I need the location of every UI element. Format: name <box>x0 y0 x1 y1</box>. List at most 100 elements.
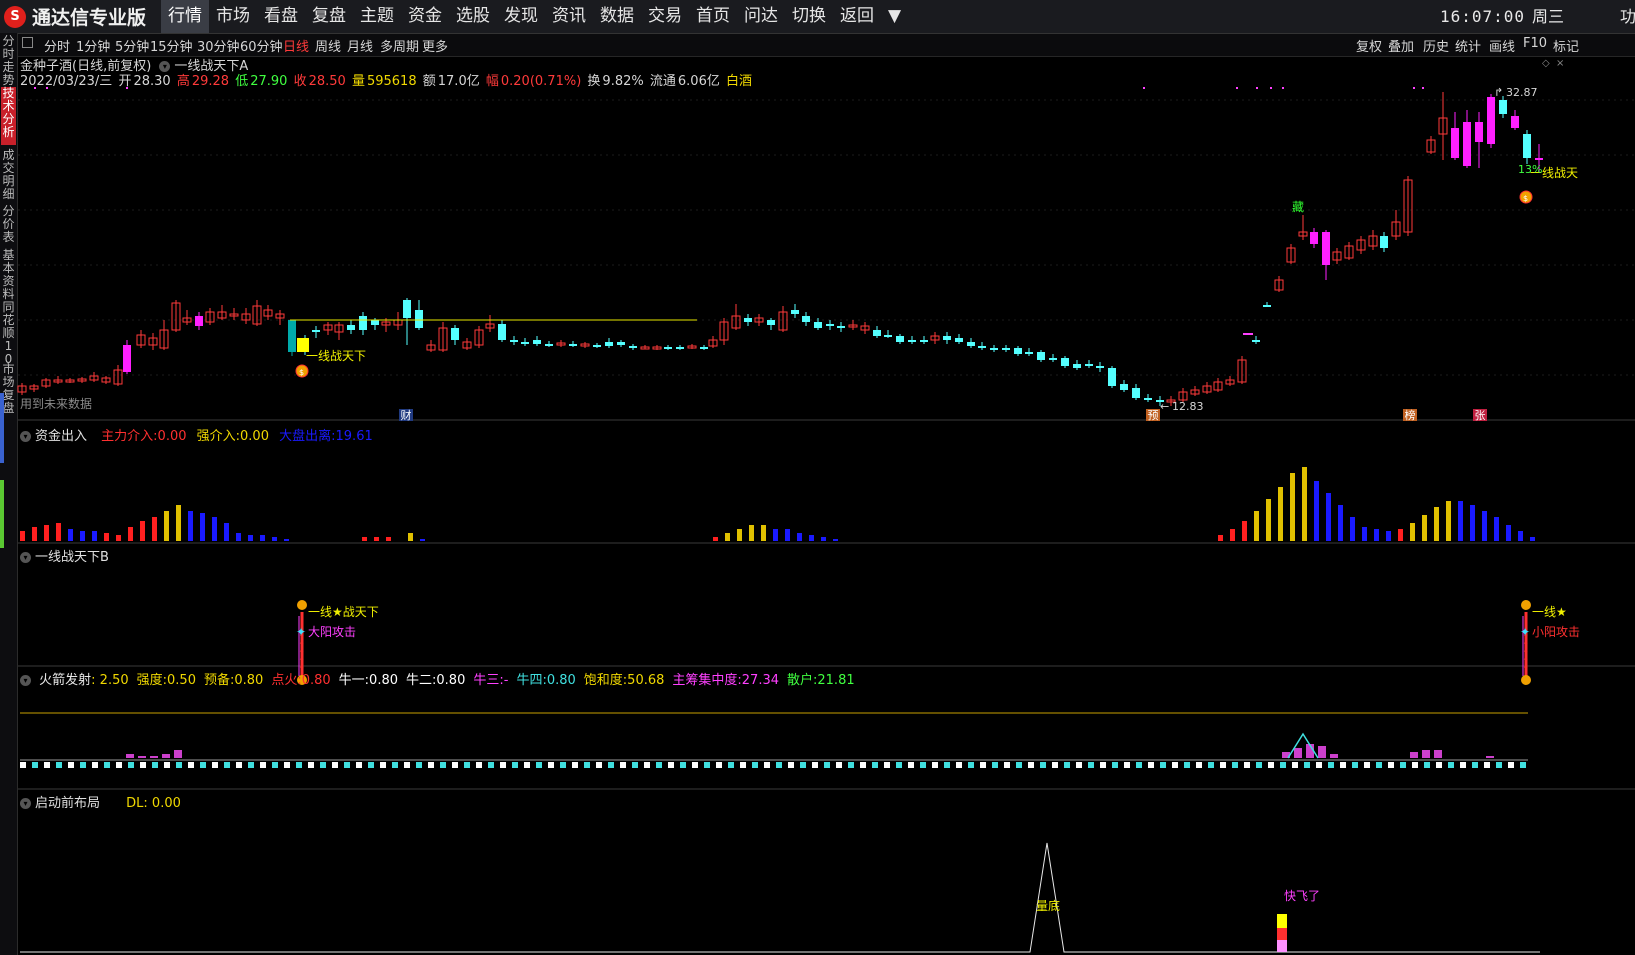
tool-0[interactable]: 复权 <box>1356 36 1382 55</box>
volume-value: 595618 <box>366 74 417 89</box>
candle-body <box>990 348 998 350</box>
rocket-square <box>1040 762 1046 768</box>
rocket-square <box>1256 762 1262 768</box>
sidebar-tab-4[interactable]: 基本资料 <box>1 249 16 301</box>
panel-collapse-icon[interactable]: ▾ <box>20 552 31 563</box>
candle-body <box>814 322 822 328</box>
candle-body <box>53 379 63 383</box>
period-1[interactable]: 1分钟 <box>76 36 110 55</box>
candle-body <box>17 385 27 393</box>
menu-item-12[interactable]: 问达 <box>737 0 785 33</box>
sidebar-tab-3[interactable]: 分价表 <box>1 205 16 245</box>
butterfly-icon: ✦ <box>296 625 306 639</box>
tool-6[interactable]: 标记 <box>1553 36 1579 55</box>
panel-collapse-icon[interactable]: ▾ <box>20 798 31 809</box>
rocket-label-3: 点火: <box>271 673 302 688</box>
candle-body <box>1511 116 1519 128</box>
signal-label-left: 一线战天下 <box>306 349 366 363</box>
menu-item-10[interactable]: 交易 <box>641 0 689 33</box>
period-9[interactable]: 多周期 <box>380 36 419 55</box>
b-label-4: 小阳攻击 <box>1532 625 1580 639</box>
qidong-title[interactable]: 启动前布局 <box>35 796 100 811</box>
period-0[interactable]: 分时 <box>44 36 70 55</box>
sidebar-tab-0[interactable]: 分时走势 <box>1 35 16 87</box>
rocket-square <box>1448 762 1454 768</box>
menu-item-14[interactable]: 返回 <box>833 0 881 33</box>
rocket-square <box>1340 762 1346 768</box>
b-title[interactable]: 一线战天下B <box>35 550 109 565</box>
sector-value[interactable]: 白酒 <box>726 74 752 89</box>
rocket-square <box>656 762 662 768</box>
future-data-note: 用到未来数据 <box>20 396 92 411</box>
tool-4[interactable]: 画线 <box>1489 36 1515 55</box>
tool-5[interactable]: F10 <box>1523 36 1547 51</box>
menu-item-0[interactable]: 行情 <box>161 0 209 33</box>
menu-item-6[interactable]: 选股 <box>449 0 497 33</box>
menu-item-7[interactable]: 发现 <box>497 0 545 33</box>
menu-item-1[interactable]: 市场 <box>209 0 257 33</box>
menu-item-13[interactable]: 切换 <box>785 0 833 33</box>
rocket-square <box>572 762 578 768</box>
funds-bar <box>80 531 85 541</box>
function-button[interactable]: 功 <box>1620 0 1635 33</box>
rocket-panel-header: ▾ 火箭发射: 2.50 强度:0.50 预备:0.80 点火:0.80 牛一:0.80… <box>20 669 855 688</box>
candle-body <box>744 318 752 322</box>
funds-bar <box>362 537 367 541</box>
funds-bar <box>1374 529 1379 541</box>
up-arrow-icon: ↑ <box>298 657 306 667</box>
candle-body <box>533 340 541 344</box>
amount-label: 额 <box>422 74 436 89</box>
rocket-label-2: 预备: <box>203 673 235 688</box>
rocket-square <box>224 762 230 768</box>
panel-collapse-icon[interactable]: ▾ <box>20 675 31 686</box>
funds-bar <box>68 529 73 541</box>
tool-1[interactable]: 叠加 <box>1388 36 1414 55</box>
period-5[interactable]: 60分钟 <box>240 36 283 55</box>
candle-body <box>323 324 333 331</box>
candle-body <box>640 346 650 350</box>
candle-body <box>860 325 870 331</box>
amount-value: 17.0亿 <box>437 74 480 89</box>
rocket-bull-bar <box>1486 756 1494 758</box>
rocket-square <box>1352 762 1358 768</box>
period-7[interactable]: 周线 <box>315 36 341 55</box>
rocket-bull-bar <box>138 756 146 758</box>
vol-label: 量 <box>351 74 365 89</box>
sidebar-tab-1[interactable]: 技术分析 <box>1 87 16 145</box>
menu-item-9[interactable]: 数据 <box>593 0 641 33</box>
candle-body <box>136 334 146 346</box>
menu-item-3[interactable]: 复盘 <box>305 0 353 33</box>
menu-item-4[interactable]: 主题 <box>353 0 401 33</box>
rocket-square <box>1016 762 1022 768</box>
menu-item-2[interactable]: 看盘 <box>257 0 305 33</box>
tool-3[interactable]: 统计 <box>1455 36 1481 55</box>
diamond-icon: ◇ <box>1542 58 1550 69</box>
period-4[interactable]: 30分钟 <box>197 36 240 55</box>
panel-collapse-icon[interactable]: ▾ <box>20 431 31 442</box>
sidebar-tab-2[interactable]: 成交明细 <box>1 149 16 201</box>
menu-item-15[interactable]: ▼ <box>881 0 908 33</box>
layout-toggle-icon[interactable] <box>22 37 33 48</box>
tool-2[interactable]: 历史 <box>1423 36 1449 55</box>
period-2[interactable]: 5分钟 <box>115 36 149 55</box>
low-price-mark: 12.83 <box>1172 400 1204 413</box>
funds-bar <box>1482 511 1487 541</box>
rocket-label-0[interactable]: 火箭发射 <box>39 673 91 688</box>
sidebar-accent-blue <box>0 393 4 463</box>
top-dot <box>1236 87 1238 89</box>
menu-item-5[interactable]: 资金 <box>401 0 449 33</box>
period-6[interactable]: 日线 <box>283 36 309 55</box>
candle-body <box>438 327 448 351</box>
top-dot <box>1422 87 1424 89</box>
period-8[interactable]: 月线 <box>347 36 373 55</box>
funds-title[interactable]: 资金出入 <box>35 429 87 444</box>
rocket-label-1: 强度: <box>136 673 168 688</box>
period-3[interactable]: 15分钟 <box>150 36 193 55</box>
rocket-square <box>944 762 950 768</box>
menu-item-11[interactable]: 首页 <box>689 0 737 33</box>
menu-item-8[interactable]: 资讯 <box>545 0 593 33</box>
period-10[interactable]: 更多 <box>422 36 448 55</box>
rocket-square <box>596 762 602 768</box>
candle-body <box>884 335 892 337</box>
sidebar-tab-5[interactable]: 同花顺10 <box>1 301 16 366</box>
